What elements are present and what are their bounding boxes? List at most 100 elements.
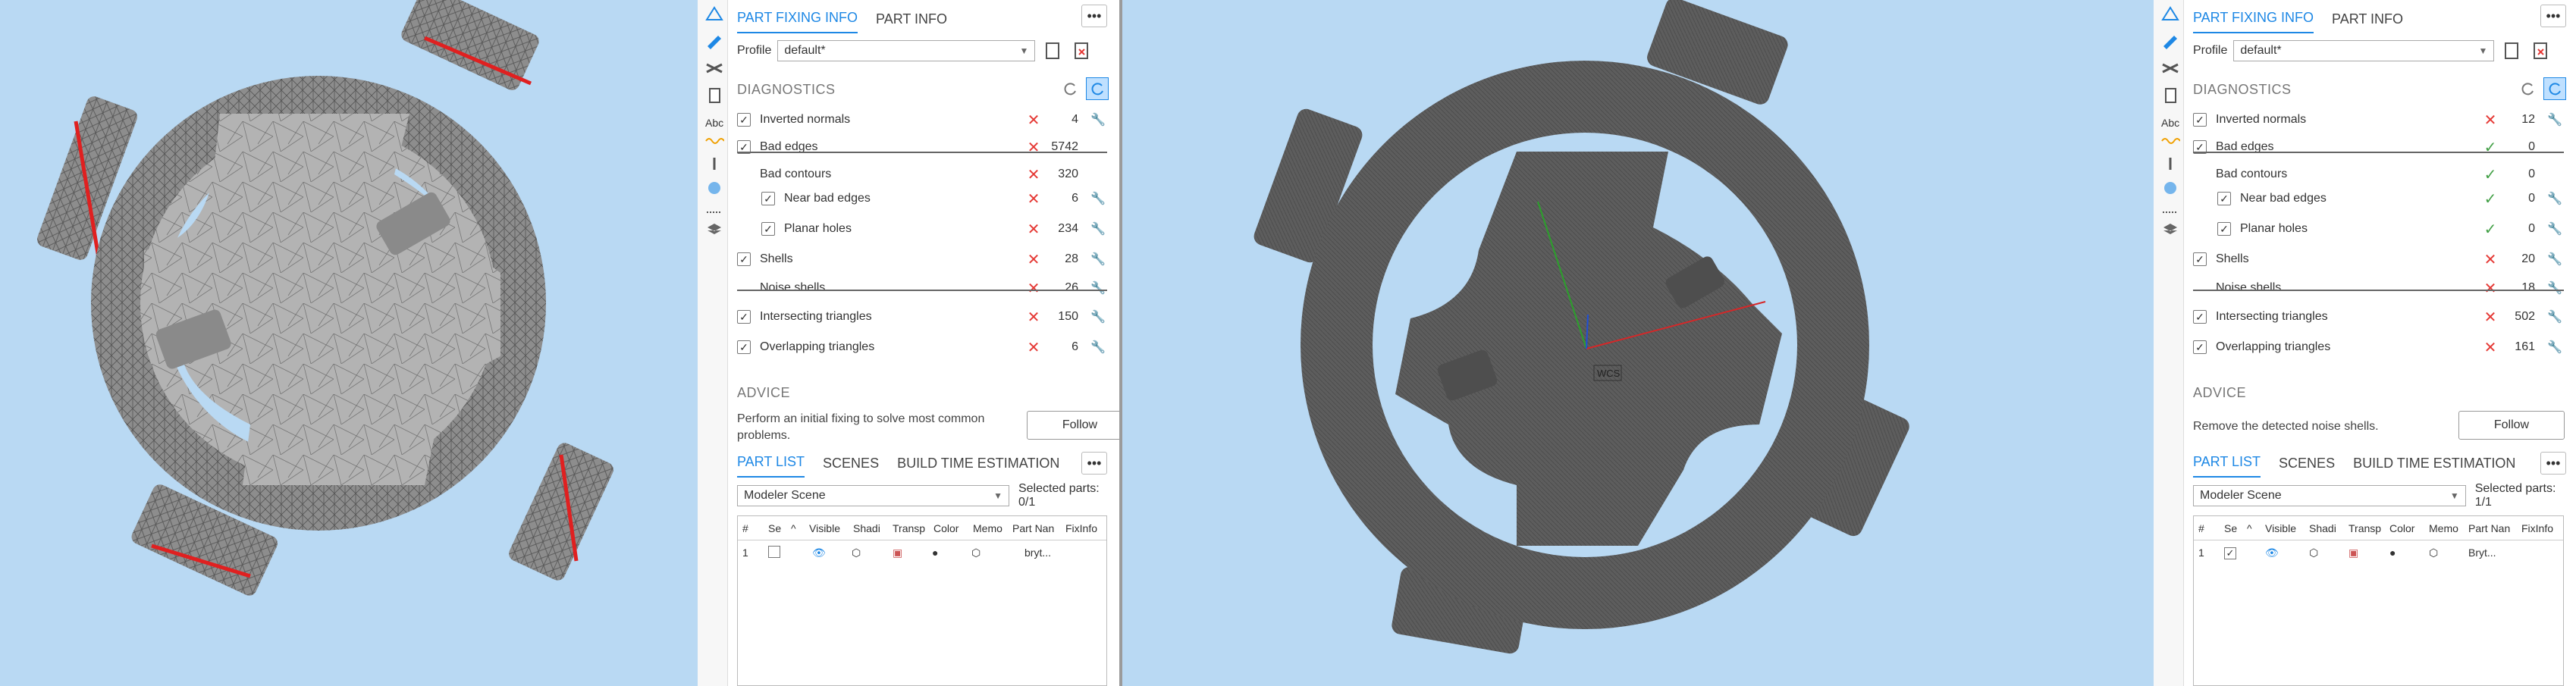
tab-part-fixing-info[interactable]: PART FIXING INFO: [2193, 10, 2314, 33]
diagnostic-checkbox[interactable]: ✓: [761, 192, 775, 205]
col-transparency[interactable]: Transp: [888, 522, 929, 534]
col-sort[interactable]: ^: [786, 522, 805, 534]
col-transparency[interactable]: Transp: [2344, 522, 2385, 534]
wrench-icon[interactable]: 🔧: [1089, 309, 1107, 324]
wrench-icon[interactable]: 🔧: [1089, 340, 1107, 355]
mesh-model-right[interactable]: WCS: [1122, 0, 2154, 686]
color-swatch-icon[interactable]: ●: [2385, 547, 2424, 559]
diagnostic-row-bad-edges[interactable]: ✓ Bad edges ✕ 5742: [737, 133, 1107, 161]
wrench-icon[interactable]: 🔧: [2546, 191, 2564, 206]
scene-select[interactable]: Modeler Scene ▼: [737, 485, 1009, 506]
diagnostic-row-planar-holes[interactable]: ✓ Planar holes ✓ 0 🔧: [2217, 215, 2564, 243]
diagnostic-row-bad-contours[interactable]: Bad contours ✓ 0: [2193, 161, 2564, 188]
profile-delete-icon[interactable]: [1070, 39, 1093, 62]
follow-button[interactable]: Follow: [1027, 411, 1133, 440]
grid-dots-icon[interactable]: [704, 179, 725, 197]
left-3d-viewport[interactable]: [0, 0, 698, 686]
scene-select[interactable]: Modeler Scene ▼: [2193, 485, 2466, 506]
col-memory[interactable]: Memo: [968, 522, 1008, 534]
text-annotation-icon[interactable]: Abc: [2160, 114, 2181, 132]
diagnostic-row-near-bad-edges[interactable]: ✓ Near bad edges ✓ 0 🔧: [2217, 185, 2564, 212]
dotted-line-icon[interactable]: [2160, 203, 2181, 221]
diagnostic-checkbox[interactable]: ✓: [2193, 252, 2207, 266]
col-fixinfo[interactable]: FixInfo: [2517, 522, 2562, 534]
wave-icon[interactable]: [2160, 132, 2181, 150]
wrench-icon[interactable]: 🔧: [2546, 221, 2564, 236]
visible-eye-icon[interactable]: 👁: [2261, 547, 2305, 559]
col-number[interactable]: #: [738, 522, 764, 534]
diagnostic-row-bad-contours[interactable]: Bad contours ✕ 320: [737, 161, 1107, 188]
tab-build-time-estimation[interactable]: BUILD TIME ESTIMATION: [897, 456, 1059, 478]
color-swatch-icon[interactable]: ●: [927, 547, 967, 559]
memory-icon[interactable]: ⬡: [967, 547, 1020, 559]
pen-icon[interactable]: [2160, 32, 2181, 50]
layers-icon[interactable]: [2160, 220, 2181, 238]
diagnostic-checkbox[interactable]: ✓: [2217, 192, 2231, 205]
wrench-icon[interactable]: 🔧: [2546, 112, 2564, 127]
col-visible[interactable]: Visible: [2261, 522, 2305, 534]
col-part-name[interactable]: Part Nan: [2464, 522, 2517, 534]
cut-icon[interactable]: [704, 59, 725, 77]
tab-scenes[interactable]: SCENES: [823, 456, 879, 478]
profile-delete-icon[interactable]: [2529, 39, 2552, 62]
col-select[interactable]: Se: [2220, 522, 2242, 534]
diagnostic-checkbox[interactable]: ✓: [2193, 113, 2207, 127]
auto-update-icon[interactable]: [2543, 77, 2566, 100]
auto-update-icon[interactable]: [1086, 77, 1109, 100]
diagnostic-row-overlapping-triangles[interactable]: ✓ Overlapping triangles ✕ 6 🔧: [737, 334, 1107, 361]
diagnostic-row-planar-holes[interactable]: ✓ Planar holes ✕ 234 🔧: [761, 215, 1107, 243]
transparency-icon[interactable]: ▣: [888, 547, 927, 559]
measure-icon[interactable]: [704, 5, 725, 23]
shading-icon[interactable]: ⬡: [2305, 547, 2344, 559]
follow-button[interactable]: Follow: [2458, 411, 2565, 440]
col-memory[interactable]: Memo: [2424, 522, 2464, 534]
col-color[interactable]: Color: [929, 522, 968, 534]
text-annotation-icon[interactable]: Abc: [704, 114, 725, 132]
diagnostic-checkbox[interactable]: ✓: [737, 252, 751, 266]
refresh-icon[interactable]: [2516, 77, 2539, 100]
diagnostic-row-intersecting-triangles[interactable]: ✓ Intersecting triangles ✕ 150 🔧: [737, 303, 1107, 330]
attachment-icon[interactable]: [704, 155, 725, 173]
wrench-icon[interactable]: 🔧: [2546, 309, 2564, 324]
tab-part-list[interactable]: PART LIST: [2193, 454, 2261, 478]
diagnostic-row-inverted-normals[interactable]: ✓ Inverted normals ✕ 12 🔧: [2193, 106, 2564, 133]
document-icon[interactable]: [2160, 86, 2181, 105]
diagnostic-checkbox[interactable]: ✓: [737, 113, 751, 127]
col-shading[interactable]: Shadi: [2305, 522, 2344, 534]
profile-select[interactable]: default* ▼: [2233, 40, 2495, 61]
diagnostic-row-noise-shells[interactable]: Noise shells ✕ 18 🔧: [2193, 274, 2564, 302]
attachment-icon[interactable]: [2160, 155, 2181, 173]
tab-part-info[interactable]: PART INFO: [876, 11, 947, 33]
wrench-icon[interactable]: 🔧: [2546, 340, 2564, 355]
wrench-icon[interactable]: 🔧: [1089, 191, 1107, 206]
tab-part-list[interactable]: PART LIST: [737, 454, 805, 478]
tab-scenes[interactable]: SCENES: [2279, 456, 2335, 478]
diagnostic-row-shells[interactable]: ✓ Shells ✕ 20 🔧: [2193, 246, 2564, 273]
col-select[interactable]: Se: [764, 522, 786, 534]
more-options-button[interactable]: •••: [2540, 5, 2566, 27]
tab-part-info[interactable]: PART INFO: [2332, 11, 2403, 33]
tab-part-fixing-info[interactable]: PART FIXING INFO: [737, 10, 858, 33]
diagnostic-checkbox[interactable]: ✓: [2217, 222, 2231, 236]
shading-icon[interactable]: ⬡: [847, 547, 888, 559]
diagnostic-row-noise-shells[interactable]: Noise shells ✕ 26 🔧: [737, 274, 1107, 302]
cut-icon[interactable]: [2160, 59, 2181, 77]
col-sort[interactable]: ^: [2242, 522, 2261, 534]
diagnostic-checkbox[interactable]: ✓: [2193, 310, 2207, 324]
diagnostic-row-overlapping-triangles[interactable]: ✓ Overlapping triangles ✕ 161 🔧: [2193, 334, 2564, 361]
wrench-icon[interactable]: 🔧: [2546, 280, 2564, 296]
document-icon[interactable]: [704, 86, 725, 105]
table-row[interactable]: 1 ✓ 👁 ⬡ ▣ ● ⬡ Bryt...: [2194, 540, 2563, 565]
measure-icon[interactable]: [2160, 5, 2181, 23]
mesh-model-left[interactable]: [0, 0, 698, 686]
diagnostic-row-shells[interactable]: ✓ Shells ✕ 28 🔧: [737, 246, 1107, 273]
visible-eye-icon[interactable]: 👁: [808, 547, 847, 559]
wrench-icon[interactable]: 🔧: [1089, 280, 1107, 296]
wrench-icon[interactable]: 🔧: [2546, 252, 2564, 267]
part-list-more-button[interactable]: •••: [1081, 452, 1107, 475]
pen-icon[interactable]: [704, 32, 725, 50]
diagnostic-row-bad-edges[interactable]: ✓ Bad edges ✓ 0: [2193, 133, 2564, 161]
profile-document-icon[interactable]: [2500, 39, 2523, 62]
right-3d-viewport[interactable]: WCS: [1122, 0, 2154, 686]
more-options-button[interactable]: •••: [1081, 5, 1107, 27]
